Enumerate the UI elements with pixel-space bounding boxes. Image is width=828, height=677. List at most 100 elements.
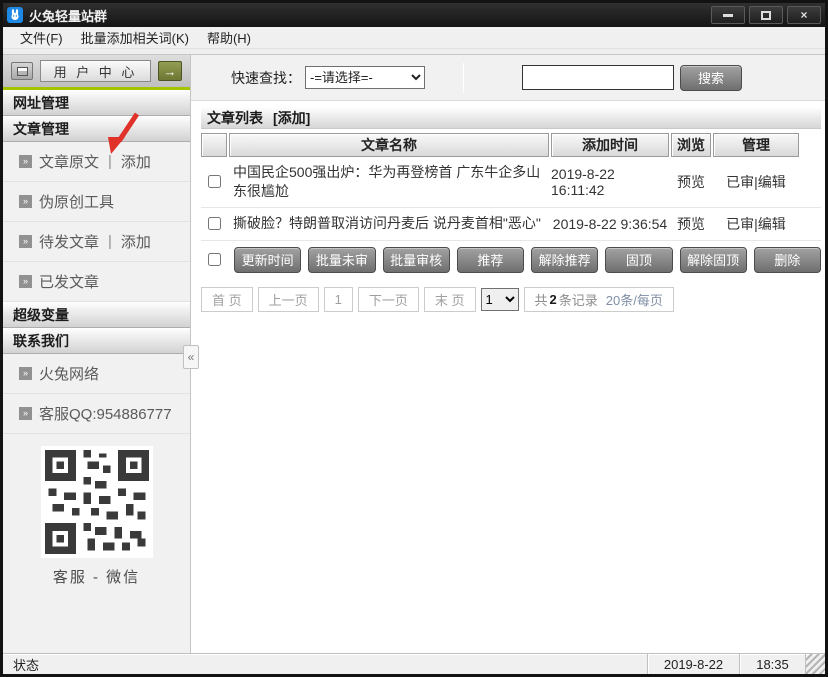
sidebar-item-published-articles[interactable]: » 已发文章	[3, 262, 190, 302]
page-select[interactable]: 1	[481, 288, 519, 311]
pin-top-button[interactable]: 固顶	[605, 247, 672, 273]
menu-file[interactable]: 文件(F)	[11, 28, 72, 47]
article-title: 撕破脸？特朗普取消访问丹麦后 说丹麦首相"恶心"	[229, 214, 549, 233]
section-article-management[interactable]: 文章管理	[3, 116, 190, 142]
main-content: 快速查找： -=请选择=- 搜索 文章列表 [添加] 文章名称 添加时间 浏览	[191, 55, 825, 653]
quick-find-label: 快速查找：	[231, 68, 301, 88]
preview-link[interactable]: 预览	[671, 172, 711, 192]
menu-help[interactable]: 帮助(H)	[198, 28, 260, 47]
batch-actions: 更新时间 批量未审 批量审核 推荐 解除推荐 固顶 解除固顶 删除	[201, 241, 821, 277]
sidebar-item-label: 文章原文	[39, 151, 99, 172]
maximize-button[interactable]	[749, 6, 783, 24]
sidebar-item-huotu-network[interactable]: » 火兔网络	[3, 354, 190, 394]
status-label: 状态	[3, 655, 647, 674]
table-row: 中国民企500强出炉：华为再登榜首 广东牛企多山东很尴尬 2019-8-22 1…	[201, 157, 821, 208]
sidebar-item-label: 客服QQ:954886777	[39, 403, 172, 424]
status-date: 2019-8-22	[647, 654, 739, 674]
total-count: 2	[550, 292, 557, 307]
bullet-icon: »	[19, 367, 32, 380]
unpin-top-button[interactable]: 解除固顶	[680, 247, 747, 273]
row-checkbox[interactable]	[208, 175, 221, 188]
recommend-button[interactable]: 推荐	[457, 247, 524, 273]
bullet-icon: »	[19, 235, 32, 248]
unrecommend-button[interactable]: 解除推荐	[531, 247, 598, 273]
batch-approve-button[interactable]: 批量审核	[383, 247, 450, 273]
quick-find-toolbar: 快速查找： -=请选择=- 搜索	[191, 55, 825, 101]
row-checkbox[interactable]	[208, 217, 221, 230]
prev-page-button[interactable]: 上一页	[258, 287, 319, 312]
per-page: 20条/每页	[606, 290, 663, 309]
list-title: 文章列表	[207, 108, 263, 128]
bullet-icon: »	[19, 275, 32, 288]
article-list-panel: 文章列表 [添加] 文章名称 添加时间 浏览 管理 中国民企500强出炉：华为再…	[201, 107, 821, 312]
record-summary: 共2条记录 20条/每页	[524, 287, 674, 312]
sidebar-item-article-original[interactable]: » 文章原文 | 添加	[3, 142, 190, 182]
qr-block: 客服 - 微信	[3, 434, 190, 587]
app-icon-rabbit	[7, 7, 23, 23]
article-time: 2019-8-22 16:11:42	[551, 166, 669, 198]
titlebar: 火兔轻量站群 ×	[3, 3, 825, 27]
minimize-icon	[723, 14, 733, 17]
current-page[interactable]: 1	[324, 287, 353, 312]
quick-find-select[interactable]: -=请选择=-	[305, 66, 425, 89]
menu-batch-add-keywords[interactable]: 批量添加相关词(K)	[72, 28, 198, 47]
manage-links[interactable]: 已审|编辑	[713, 172, 799, 192]
article-title: 中国民企500强出炉：华为再登榜首 广东牛企多山东很尴尬	[229, 163, 549, 201]
monitor-button[interactable]	[11, 62, 33, 80]
window-title: 火兔轻量站群	[29, 6, 707, 25]
manage-links[interactable]: 已审|编辑	[713, 214, 799, 234]
sidebar-item-pending-articles[interactable]: » 待发文章 | 添加	[3, 222, 190, 262]
minimize-button[interactable]	[711, 6, 745, 24]
update-time-button[interactable]: 更新时间	[234, 247, 301, 273]
sidebar-collapse-button[interactable]: «	[183, 345, 199, 369]
sidebar-item-pseudo-original-tool[interactable]: » 伪原创工具	[3, 182, 190, 222]
monitor-icon	[17, 67, 28, 76]
qr-code-image	[41, 446, 153, 558]
sidebar-item-label: 已发文章	[39, 271, 99, 292]
status-time: 18:35	[739, 654, 805, 674]
pagination: 首 页 上一页 1 下一页 末 页 1 共2条记录 20条/每页	[201, 287, 821, 312]
table-header: 文章名称 添加时间 浏览 管理	[201, 133, 821, 157]
close-button[interactable]: ×	[787, 6, 821, 24]
add-link[interactable]: 添加	[121, 231, 151, 252]
first-page-button[interactable]: 首 页	[201, 287, 253, 312]
search-button[interactable]: 搜索	[680, 65, 742, 91]
bullet-icon: »	[19, 155, 32, 168]
app-window: 火兔轻量站群 × 文件(F) 批量添加相关词(K) 帮助(H) 用 户 中 心 …	[0, 0, 828, 677]
maximize-icon	[761, 11, 771, 20]
bullet-icon: »	[19, 195, 32, 208]
separator: |	[108, 233, 112, 250]
section-super-variables[interactable]: 超级变量	[3, 302, 190, 328]
delete-button[interactable]: 删除	[754, 247, 821, 273]
section-site-management[interactable]: 网址管理	[3, 90, 190, 116]
list-add-link[interactable]: [添加]	[273, 108, 310, 128]
bullet-icon: »	[19, 407, 32, 420]
search-input[interactable]	[522, 65, 674, 90]
header-view: 浏览	[671, 133, 711, 157]
article-time: 2019-8-22 9:36:54	[551, 216, 669, 232]
sidebar-item-label: 待发文章	[39, 231, 99, 252]
section-contact-us[interactable]: 联系我们	[3, 328, 190, 354]
sidebar-item-label: 火兔网络	[39, 363, 99, 384]
sidebar: 用 户 中 心 → 网址管理 文章管理 » 文章原文 | 添加 » 伪原创工具 …	[3, 55, 191, 653]
total-prefix: 共	[535, 290, 548, 309]
sidebar-item-service-qq[interactable]: » 客服QQ:954886777	[3, 394, 190, 434]
resize-grip[interactable]	[805, 654, 825, 674]
go-arrow-button[interactable]: →	[158, 61, 182, 81]
statusbar: 状态 2019-8-22 18:35	[3, 653, 825, 674]
header-article-name: 文章名称	[229, 133, 549, 157]
total-suffix: 条记录	[559, 290, 598, 309]
last-page-button[interactable]: 末 页	[424, 287, 476, 312]
qr-caption: 客服 - 微信	[3, 566, 190, 587]
close-icon: ×	[800, 8, 807, 22]
batch-unapprove-button[interactable]: 批量未审	[308, 247, 375, 273]
header-add-time: 添加时间	[551, 133, 669, 157]
preview-link[interactable]: 预览	[671, 214, 711, 234]
annotation-arrow-icon	[101, 111, 143, 162]
arrow-right-icon: →	[164, 64, 177, 79]
user-center-button[interactable]: 用 户 中 心	[40, 60, 151, 82]
sidebar-header: 用 户 中 心 →	[3, 55, 190, 87]
sidebar-item-label: 伪原创工具	[39, 191, 114, 212]
next-page-button[interactable]: 下一页	[358, 287, 419, 312]
select-all-checkbox[interactable]	[208, 253, 221, 266]
